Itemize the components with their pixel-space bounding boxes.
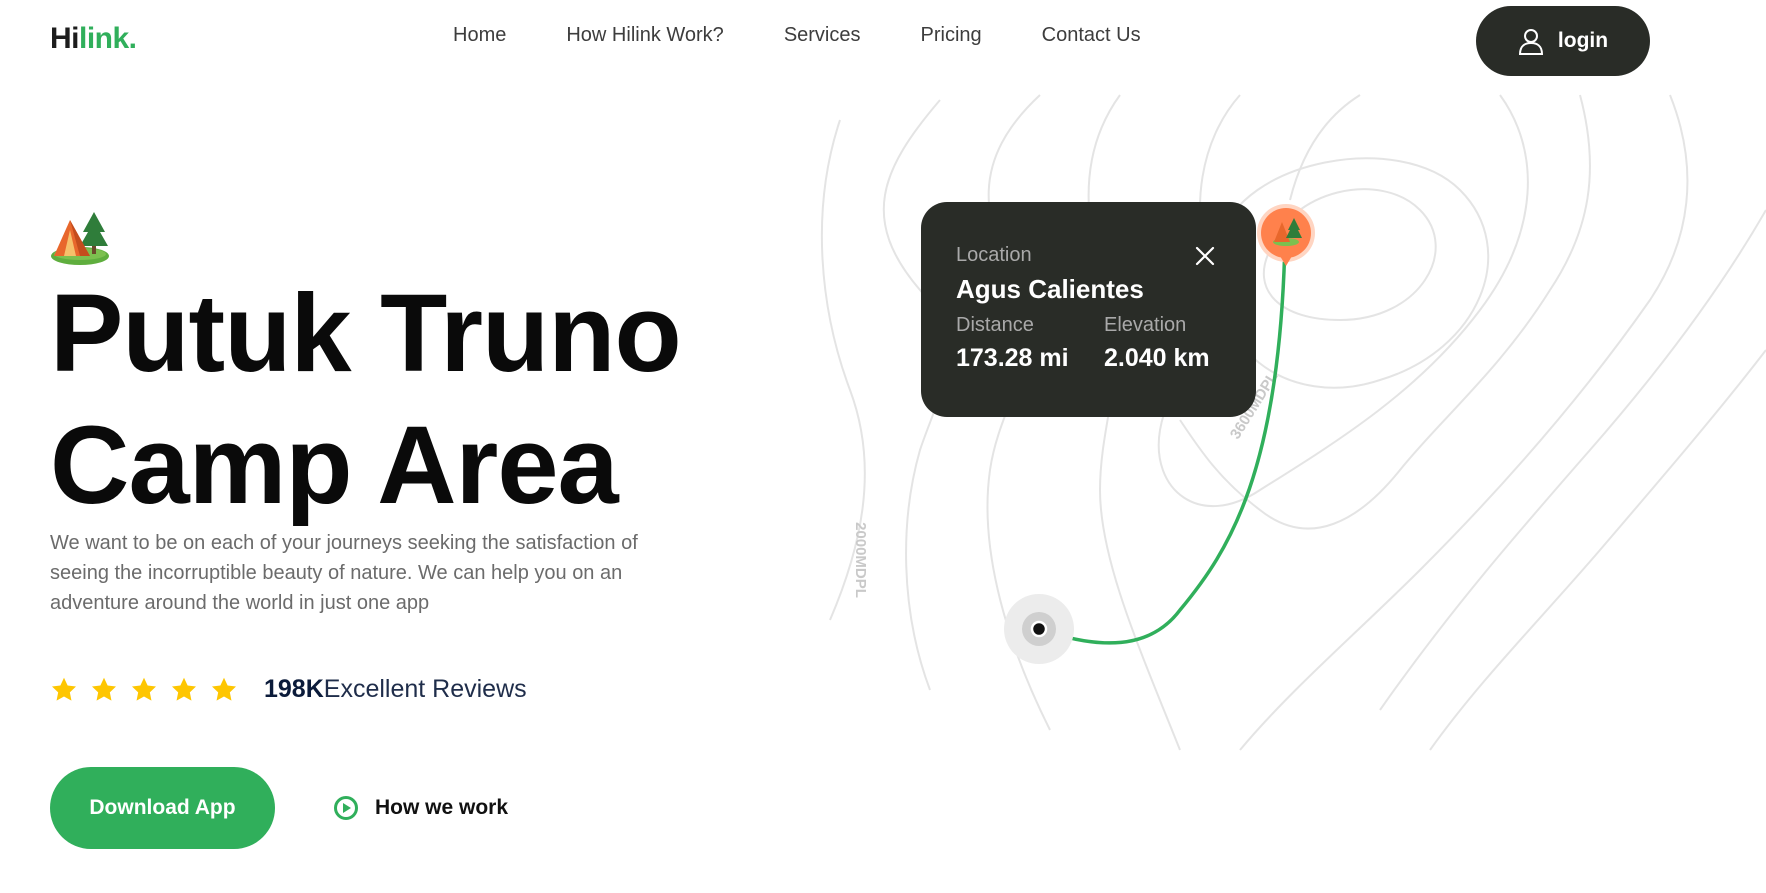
elevation-value: 2.040 km (1104, 344, 1210, 372)
review-label: Excellent Reviews (323, 675, 527, 703)
contour-label: 2000MDPL (852, 522, 869, 598)
star-icon (211, 677, 237, 701)
topographic-map: 2000MDPL 3600MDPL (820, 94, 1766, 751)
star-rating (50, 676, 238, 704)
location-label: Location (956, 244, 1032, 266)
how-we-work-link[interactable]: How we work (333, 795, 508, 821)
star-icon (131, 677, 157, 701)
logo-text-green: link. (79, 22, 137, 55)
page-title: Putuk Truno Camp Area (50, 268, 682, 532)
logo[interactable]: Hilink. (50, 22, 137, 56)
title-line-2: Camp Area (50, 404, 619, 527)
nav-services[interactable]: Services (784, 24, 861, 47)
nav-home[interactable]: Home (453, 24, 506, 47)
location-name: Agus Calientes (956, 274, 1144, 304)
nav-how-it-works[interactable]: How Hilink Work? (566, 24, 723, 47)
location-card: Location Agus Calientes Distance Elevati… (921, 202, 1256, 417)
start-point-marker[interactable] (1004, 594, 1074, 664)
hero-description: We want to be on each of your journeys s… (50, 532, 638, 614)
tent-icon (51, 212, 109, 265)
star-icon (51, 677, 77, 701)
distance-value: 173.28 mi (956, 344, 1069, 372)
review-count: 198K (264, 675, 324, 703)
map-pin-icon[interactable] (1257, 204, 1315, 266)
download-app-button[interactable]: Download App (50, 767, 275, 849)
distance-label: Distance (956, 314, 1034, 336)
play-icon (334, 796, 358, 820)
rating-row: 198K Excellent Reviews (50, 675, 527, 704)
nav-contact[interactable]: Contact Us (1042, 24, 1141, 47)
star-icon (91, 677, 117, 701)
title-line-1: Putuk Truno (50, 272, 682, 395)
nav-pricing[interactable]: Pricing (921, 24, 982, 47)
logo-text-dark: Hi (50, 22, 80, 55)
how-we-work-label: How we work (375, 796, 509, 819)
login-button[interactable]: login (1476, 6, 1650, 76)
login-label: login (1557, 29, 1609, 52)
main-nav: Home How Hilink Work? Services Pricing C… (453, 24, 1201, 47)
user-icon (1518, 29, 1543, 55)
close-icon[interactable] (1194, 245, 1216, 267)
elevation-label: Elevation (1104, 314, 1187, 336)
star-icon (171, 677, 197, 701)
